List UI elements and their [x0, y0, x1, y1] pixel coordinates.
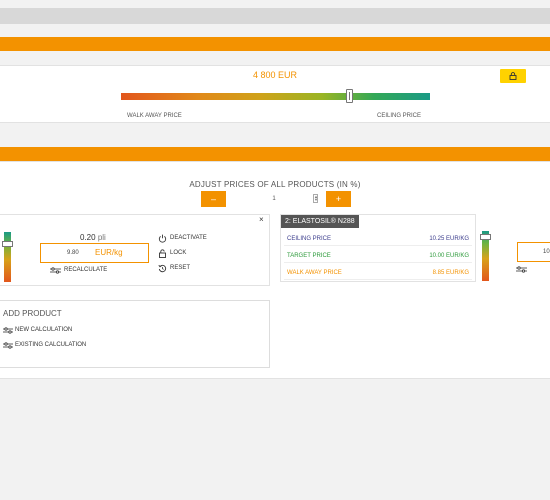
lock-toggle-button[interactable] — [500, 69, 526, 83]
increase-percent-button[interactable]: + — [326, 191, 351, 207]
reset-icon — [158, 264, 167, 273]
deactivate-button[interactable]: DEACTIVATE — [158, 234, 207, 249]
gauge-handle[interactable] — [2, 241, 13, 247]
pli-value: 0.20 pli — [80, 233, 106, 242]
decrease-percent-button[interactable]: – — [201, 191, 226, 207]
adjust-prices-title: ADJUST PRICES OF ALL PRODUCTS (IN %) — [189, 180, 361, 189]
products-header-bar — [0, 147, 550, 161]
top-toolbar — [0, 8, 550, 24]
sliders-icon[interactable] — [516, 266, 527, 273]
adjust-percent-input[interactable]: 1 — [226, 192, 322, 206]
lock-button[interactable]: LOCK — [158, 249, 207, 264]
add-product-title: ADD PRODUCT — [3, 309, 62, 318]
walk-away-price-row: WALK AWAY PRICE 8.85 EUR/KG — [284, 266, 472, 280]
recalculate-button[interactable]: RECALCULATE — [50, 267, 107, 274]
product-card-1: × 0.20 pli 9.80 EUR/kg RECALCULATE DEACT… — [0, 214, 270, 286]
unlock-icon — [159, 249, 166, 258]
summary-header-bar — [0, 37, 550, 51]
price-summary-panel: 4 800 EUR WALK AWAY PRICE CEILING PRICE — [0, 65, 550, 123]
lock-icon — [509, 72, 517, 80]
product-price-input[interactable]: 9.80 EUR/kg — [40, 243, 149, 263]
product-card-2: 2: ELASTOSIL® N288 CEILING PRICE 10.25 E… — [280, 214, 476, 282]
price-unit: EUR/kg — [95, 248, 123, 257]
add-product-panel: ADD PRODUCT NEW CALCULATION EXISTING CAL… — [0, 300, 270, 368]
sliders-icon — [50, 267, 61, 274]
price-slider-handle[interactable] — [346, 89, 353, 103]
gauge-handle[interactable] — [480, 234, 491, 240]
new-calculation-link[interactable]: NEW CALCULATION — [3, 327, 72, 334]
price-value: 9.80 — [67, 250, 79, 256]
walk-away-price-label: WALK AWAY PRICE — [127, 113, 182, 119]
existing-calculation-link[interactable]: EXISTING CALCULATION — [3, 342, 86, 349]
power-icon — [158, 234, 167, 243]
product-title: 2: ELASTOSIL® N288 — [281, 215, 359, 228]
target-price-row: TARGET PRICE 10.00 EUR/KG — [284, 249, 472, 263]
sliders-icon — [3, 342, 13, 349]
price-value: 10 — [543, 249, 550, 255]
product-actions: DEACTIVATE LOCK RESET — [158, 234, 207, 279]
ceiling-price-row: CEILING PRICE 10.25 EUR/KG — [284, 232, 472, 246]
close-icon[interactable]: × — [259, 215, 264, 224]
sliders-icon — [3, 327, 13, 334]
product-3-price-gauge[interactable] — [480, 231, 491, 281]
total-price: 4 800 EUR — [252, 70, 298, 80]
percent-spinner[interactable]: ▲ ▼ — [313, 194, 318, 203]
ceiling-price-label: CEILING PRICE — [377, 113, 422, 119]
price-range-slider[interactable] — [121, 89, 430, 103]
product-price-gauge[interactable] — [2, 232, 13, 282]
product-3-price-input[interactable]: 10 — [517, 242, 550, 262]
reset-button[interactable]: RESET — [158, 264, 207, 279]
